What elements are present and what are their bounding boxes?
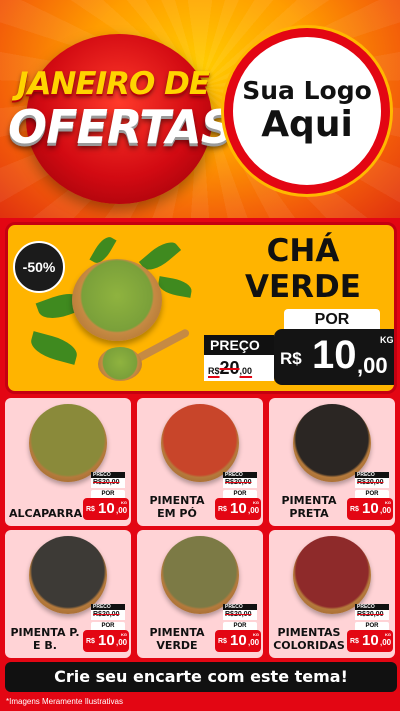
price-int: 10 xyxy=(98,500,115,517)
product-image xyxy=(161,536,239,614)
product-price: R$ 10,00 KG xyxy=(83,630,129,652)
price-currency: R$ xyxy=(350,638,359,645)
product-card: PIMENTA VERDE PRECO R$20,00 POR R$ 10,00 KG xyxy=(137,530,263,658)
price-unit: KG xyxy=(380,335,394,345)
product-card: PIMENTA P. E B. PRECO R$20,00 POR R$ 10,00 KG xyxy=(5,530,131,658)
old-price: R$20,00 xyxy=(204,355,274,381)
old-price-tag: PRECO R$20,00 xyxy=(91,604,125,620)
price-dec: ,00 xyxy=(380,506,392,515)
old-price-tag: PRECO R$20,00 xyxy=(355,472,389,488)
product-name: ALCAPARRAS xyxy=(9,507,91,520)
price-int: 10 xyxy=(230,500,247,517)
por-label: POR xyxy=(355,490,389,498)
price-dec: ,00 xyxy=(357,353,388,378)
product-image xyxy=(293,536,371,614)
product-name: PIMENTA PRETA xyxy=(281,494,337,520)
header-banner: JANEIRO DE OFERTAS Sua Logo Aqui xyxy=(0,0,400,218)
product-price: R$ 10,00 KG xyxy=(347,498,393,520)
featured-name-line1: CHÁ xyxy=(266,233,340,269)
leaf-icon xyxy=(27,331,81,365)
product-price: R$ 10,00 KG xyxy=(215,630,261,652)
product-price: R$ 10,00 KG xyxy=(83,498,129,520)
product-card: PIMENTA PRETA PRECO R$20,00 POR R$ 10,00 KG xyxy=(269,398,395,526)
disclaimer: *Imagens Meramente Ilustrativas xyxy=(6,697,123,706)
product-card: PIMENTAS COLORIDAS PRECO R$20,00 POR R$ 10,00… xyxy=(269,530,395,658)
product-name: PIMENTA EM PÓ xyxy=(149,494,205,520)
por-label: POR xyxy=(284,309,380,331)
logo-text-line2: Aqui xyxy=(261,103,353,145)
price-dec: ,00 xyxy=(116,638,128,647)
old-price-tag: PRECO R$20,00 xyxy=(91,472,125,488)
old-price-int: 20 xyxy=(219,358,240,378)
price-dec: ,00 xyxy=(248,638,260,647)
price-currency: R$ xyxy=(350,506,359,513)
spoon-handle xyxy=(135,327,191,363)
price-currency: R$ xyxy=(86,506,95,513)
product-card: ALCAPARRAS PRECO R$20,00 POR R$ 10,00 KG xyxy=(5,398,131,526)
logo-text-line1: Sua Logo xyxy=(242,76,372,106)
price-int: 10 xyxy=(98,632,115,649)
product-card: PIMENTA EM PÓ PRECO R$20,00 POR R$ 10,00 KG xyxy=(137,398,263,526)
product-image xyxy=(29,536,107,614)
price-dec: ,00 xyxy=(380,638,392,647)
old-price: R$20,00 xyxy=(223,610,257,620)
price-currency: R$ xyxy=(218,638,227,645)
promo-badge: JANEIRO DE OFERTAS xyxy=(8,28,234,204)
old-price-tag: PREÇO R$20,00 xyxy=(204,335,274,381)
old-price-currency: R$ xyxy=(208,366,220,376)
price-currency: R$ xyxy=(218,506,227,513)
featured-product: -50% CHÁ VERDE POR PREÇO R$20,00 R$ 10 ,… xyxy=(5,222,397,394)
product-image xyxy=(293,404,371,482)
preco-label: PREÇO xyxy=(204,335,274,355)
old-price: R$20,00 xyxy=(223,478,257,488)
por-label: POR xyxy=(91,490,125,498)
old-price: R$20,00 xyxy=(91,478,125,488)
price-int: 10 xyxy=(312,333,357,377)
matcha-bowl-image xyxy=(72,259,162,341)
logo-placeholder: Sua Logo Aqui xyxy=(224,28,390,194)
product-name: PIMENTA VERDE xyxy=(149,626,205,652)
featured-price: R$ 10 ,00 KG xyxy=(274,329,394,385)
por-label: POR xyxy=(223,622,257,630)
old-price-dec: ,00 xyxy=(239,366,253,376)
price-unit: KG xyxy=(385,632,391,637)
old-price-tag: PRECO R$20,00 xyxy=(223,472,257,488)
featured-name-line2: VERDE xyxy=(245,269,361,305)
promo-title-line1: JANEIRO DE xyxy=(16,66,210,102)
product-price: R$ 10,00 KG xyxy=(215,498,261,520)
old-price: R$20,00 xyxy=(91,610,125,620)
product-image xyxy=(161,404,239,482)
promo-title-line2: OFERTAS xyxy=(8,100,234,154)
price-dec: ,00 xyxy=(248,506,260,515)
por-label: POR xyxy=(355,622,389,630)
por-label: POR xyxy=(91,622,125,630)
price-currency: R$ xyxy=(86,638,95,645)
price-int: 10 xyxy=(362,632,379,649)
product-image xyxy=(29,404,107,482)
matcha-spoon-image xyxy=(98,347,142,381)
price-currency: R$ xyxy=(280,349,302,368)
price-dec: ,00 xyxy=(116,506,128,515)
product-name: PIMENTAS COLORIDAS xyxy=(273,626,345,652)
price-unit: KG xyxy=(121,500,127,505)
old-price-tag: PRECO R$20,00 xyxy=(223,604,257,620)
price-unit: KG xyxy=(253,500,259,505)
product-name: PIMENTA P. E B. xyxy=(10,626,80,652)
old-price: R$20,00 xyxy=(355,478,389,488)
por-label: POR xyxy=(223,490,257,498)
price-unit: KG xyxy=(385,500,391,505)
old-price-tag: PRECO R$20,00 xyxy=(355,604,389,620)
price-unit: KG xyxy=(253,632,259,637)
price-unit: KG xyxy=(121,632,127,637)
old-price: R$20,00 xyxy=(355,610,389,620)
product-price: R$ 10,00 KG xyxy=(347,630,393,652)
price-int: 10 xyxy=(230,632,247,649)
price-int: 10 xyxy=(362,500,379,517)
leaf-icon xyxy=(156,276,194,298)
cta-banner[interactable]: Crie seu encarte com este tema! xyxy=(5,662,397,692)
featured-product-name: CHÁ VERDE xyxy=(208,233,394,305)
discount-badge: -50% xyxy=(13,241,65,293)
